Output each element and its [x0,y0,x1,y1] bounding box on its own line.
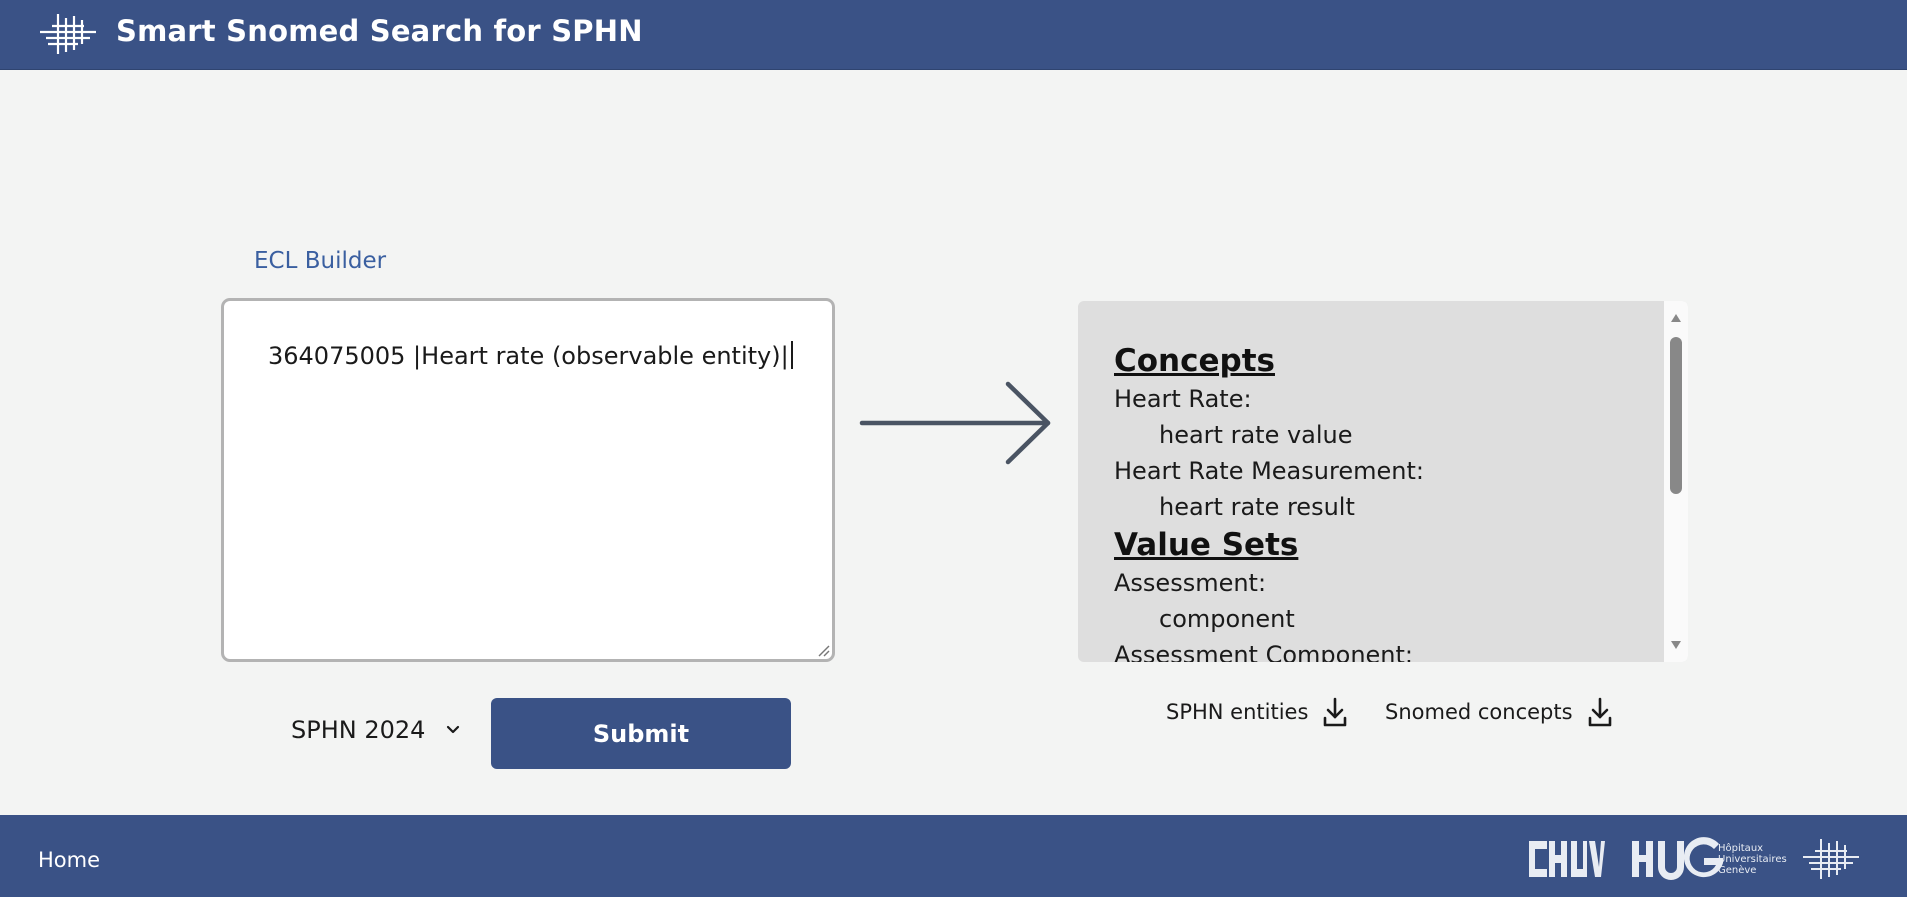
sphn-logo-icon[interactable] [1800,837,1862,881]
results-panel[interactable]: Concepts Heart Rate: heart rate value He… [1078,301,1688,662]
download-icon [1324,697,1347,727]
scrollbar-thumb[interactable] [1670,337,1682,494]
list-item: component [1159,605,1295,633]
chuv-logo-icon[interactable] [1527,837,1605,881]
footer: Home Hôpitaux Universitaires Genève [0,815,1907,897]
list-item: Heart Rate Measurement: [1114,457,1424,485]
right-arrow-icon [859,381,1051,465]
scroll-up-icon[interactable] [1670,313,1682,323]
download-snomed-concepts-button[interactable]: Snomed concepts [1385,696,1613,728]
home-link[interactable]: Home [38,848,100,872]
submit-button[interactable]: Submit [491,698,791,769]
results-scrollbar[interactable] [1664,301,1688,662]
value-sets-heading: Value Sets [1114,527,1299,563]
sphn-logo-icon[interactable] [38,12,98,56]
version-select-value: SPHN 2024 [291,716,426,744]
list-item: Assessment: [1114,569,1267,597]
ecl-builder-label[interactable]: ECL Builder [254,248,386,274]
ecl-input-text: 364075005 |Heart rate (observable entity… [268,342,789,370]
text-caret [790,341,793,369]
list-item: Heart Rate: [1114,385,1252,413]
download-sphn-entities-label: SPHN entities [1166,700,1309,724]
concepts-heading: Concepts [1114,343,1275,379]
download-icon [1588,697,1611,727]
download-sphn-entities-button[interactable]: SPHN entities [1166,696,1348,728]
results-content: Concepts Heart Rate: heart rate value He… [1114,341,1648,662]
ecl-input[interactable]: 364075005 |Heart rate (observable entity… [221,298,835,662]
resize-handle-icon[interactable] [816,643,830,657]
hug-caption: Hôpitaux Universitaires Genève [1718,843,1787,876]
app-title: Smart Snomed Search for SPHN [116,14,643,48]
chevron-down-icon [447,725,460,734]
list-item: heart rate result [1159,493,1355,521]
download-snomed-concepts-label: Snomed concepts [1385,700,1573,724]
scroll-down-icon[interactable] [1670,640,1682,650]
list-item: Assessment Component: [1114,641,1414,662]
top-header: Smart Snomed Search for SPHN [0,0,1907,69]
list-item: heart rate value [1159,421,1353,449]
version-select[interactable]: SPHN 2024 [291,716,461,744]
